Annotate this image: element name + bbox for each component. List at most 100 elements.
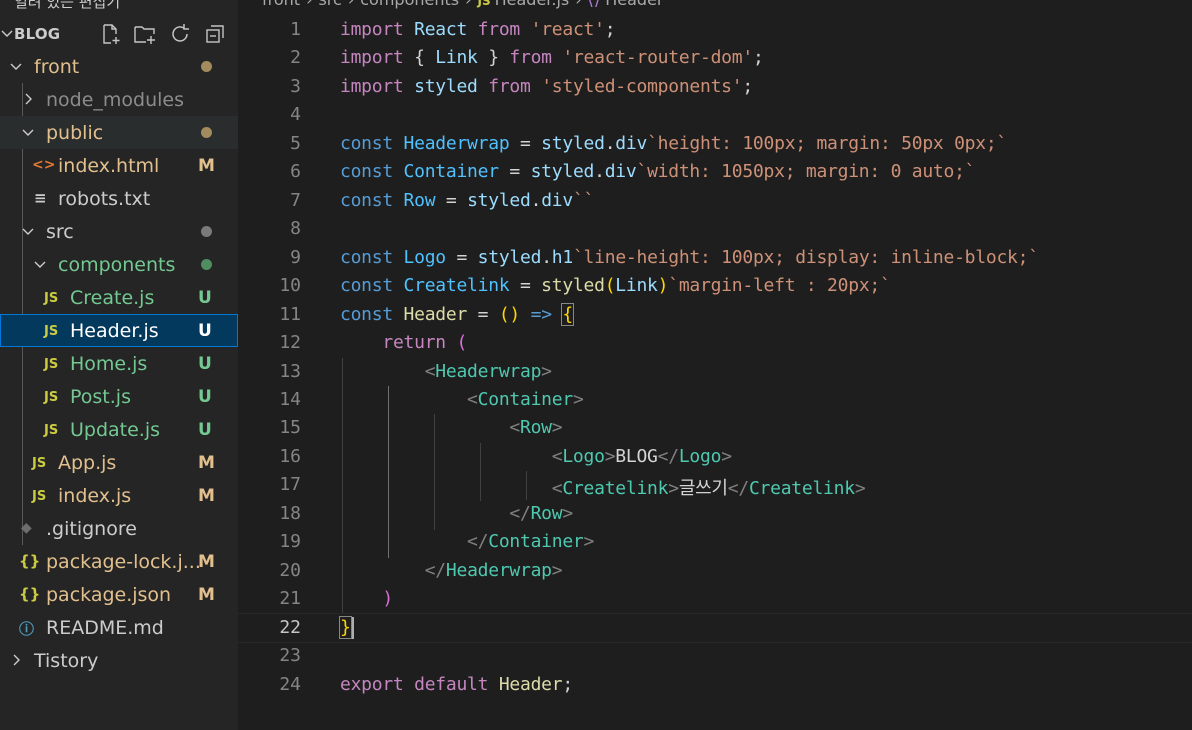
new-folder-icon[interactable] <box>133 22 157 46</box>
code-text: </Container> <box>467 531 595 552</box>
line-number: 8 <box>290 218 301 239</box>
code-line: 1 import React from 'react'; <box>238 16 1192 44</box>
json-file-icon: {} <box>19 552 41 570</box>
code-text: const Logo = styled.h1`line-height: 100p… <box>340 247 1039 268</box>
code-text: return ( <box>382 332 468 353</box>
line-number: 18 <box>279 503 301 524</box>
line-number: 15 <box>279 417 301 438</box>
tree-item-label: index.js <box>58 485 132 507</box>
chevron-down-icon <box>0 23 14 43</box>
status-badge: M <box>198 156 215 176</box>
collapse-all-icon[interactable] <box>203 22 227 46</box>
line-number: 6 <box>290 161 301 182</box>
code-line: 6 const Container = styled.div`width: 10… <box>238 158 1192 186</box>
js-file-icon: JS <box>32 489 47 504</box>
tree-item-header-js[interactable]: JS Header.js U <box>0 314 238 347</box>
chevron-right-icon <box>8 651 24 669</box>
code-text: <Logo>BLOG</Logo> <box>551 446 732 467</box>
file-tree: front node_modules public <> index.html … <box>0 50 238 677</box>
new-file-icon[interactable] <box>98 22 122 46</box>
code-text: </Row> <box>509 503 573 524</box>
explorer-root-label: BLOG <box>14 25 61 43</box>
tree-item-gitignore[interactable]: ◆ .gitignore <box>0 512 238 545</box>
tree-item-label: package.json <box>46 584 172 606</box>
code-line: 24 export default Header; <box>238 671 1192 699</box>
line-number: 24 <box>279 674 301 695</box>
code-text: <Row> <box>509 417 563 438</box>
tree-item-index-html[interactable]: <> index.html M <box>0 149 238 182</box>
code-editor[interactable]: 1 import React from 'react'; 2 import { … <box>238 0 1192 730</box>
tree-item-home-js[interactable]: JS Home.js U <box>0 347 238 380</box>
tree-item-package-json[interactable]: {} package.json M <box>0 578 238 611</box>
code-line: 8 <box>238 215 1192 243</box>
tree-item-node-modules[interactable]: node_modules <box>0 83 238 116</box>
line-number: 17 <box>279 474 301 495</box>
status-badge: M <box>198 552 215 572</box>
line-number: 5 <box>290 133 301 154</box>
js-file-icon: JS <box>44 324 59 339</box>
explorer-sidebar: 열려 있는 편집기 BLOG front node_modules public… <box>0 0 238 730</box>
line-number: 20 <box>279 560 301 581</box>
code-line: 7 const Row = styled.div`` <box>238 187 1192 215</box>
line-number: 13 <box>279 361 301 382</box>
tree-item-label: App.js <box>58 452 117 474</box>
code-line: 15 <Row> <box>238 414 1192 442</box>
code-text: ) <box>382 588 393 609</box>
js-file-icon: JS <box>44 291 59 306</box>
code-line: 16 <Logo>BLOG</Logo> <box>238 443 1192 471</box>
js-file-icon: JS <box>44 423 59 438</box>
status-badge: U <box>198 288 212 308</box>
tree-item-label: src <box>46 221 74 243</box>
status-badge: U <box>198 321 212 341</box>
code-line: 18 </Row> <box>238 500 1192 528</box>
line-number: 1 <box>290 19 301 40</box>
chevron-down-icon <box>32 255 48 273</box>
tree-item-robots-txt[interactable]: ≡ robots.txt <box>0 182 238 215</box>
code-text: <Container> <box>467 389 584 410</box>
code-line: 2 import { Link } from 'react-router-dom… <box>238 44 1192 72</box>
tree-item-create-js[interactable]: JS Create.js U <box>0 281 238 314</box>
tree-item-update-js[interactable]: JS Update.js U <box>0 413 238 446</box>
tree-item-label: index.html <box>58 155 160 177</box>
code-line: 13 <Headerwrap> <box>238 358 1192 386</box>
tree-item-label: robots.txt <box>58 188 151 210</box>
line-number: 21 <box>279 588 301 609</box>
chevron-down-icon <box>20 222 36 240</box>
code-text: import React from 'react'; <box>340 19 616 40</box>
tree-item-index-js[interactable]: JS index.js M <box>0 479 238 512</box>
tree-item-label: public <box>46 122 104 144</box>
tree-item-public[interactable]: public <box>0 116 238 149</box>
tree-item-src[interactable]: src <box>0 215 238 248</box>
line-number: 22 <box>279 617 301 638</box>
tree-item-label: components <box>58 254 176 276</box>
tree-item-label: Update.js <box>70 419 161 441</box>
code-line: 4 <box>238 101 1192 129</box>
tree-item-label: package-lock.j... <box>46 551 201 573</box>
open-editors-section[interactable]: 열려 있는 편집기 <box>14 0 120 12</box>
tree-item-label: Home.js <box>70 353 148 375</box>
status-badge: M <box>198 486 215 506</box>
tree-item-label: node_modules <box>46 89 185 111</box>
line-number: 4 <box>290 104 301 125</box>
line-number: 3 <box>290 76 301 97</box>
code-line: 9 const Logo = styled.h1`line-height: 10… <box>238 244 1192 272</box>
tree-item-app-js[interactable]: JS App.js M <box>0 446 238 479</box>
status-badge: U <box>198 354 212 374</box>
tree-item-tistory[interactable]: Tistory <box>0 644 238 677</box>
text-cursor <box>352 617 354 639</box>
code-line: 3 import styled from 'styled-components'… <box>238 73 1192 101</box>
code-text: <Headerwrap> <box>424 361 552 382</box>
explorer-root-header[interactable]: BLOG <box>0 17 238 50</box>
json-file-icon: {} <box>19 585 41 603</box>
tree-item-readme-md[interactable]: ⓘ README.md <box>0 611 238 644</box>
modified-dot-badge <box>201 226 212 237</box>
refresh-icon[interactable] <box>168 22 192 46</box>
chevron-right-icon <box>20 90 36 108</box>
tree-item-post-js[interactable]: JS Post.js U <box>0 380 238 413</box>
tree-item-package-lock-json[interactable]: {} package-lock.j... M <box>0 545 238 578</box>
tree-item-front[interactable]: front <box>0 50 238 83</box>
line-number: 11 <box>279 304 301 325</box>
code-line: 5 const Headerwrap = styled.div`height: … <box>238 130 1192 158</box>
tree-item-components[interactable]: components <box>0 248 238 281</box>
code-text: <Createlink>글쓰기</Createlink> <box>551 478 866 499</box>
